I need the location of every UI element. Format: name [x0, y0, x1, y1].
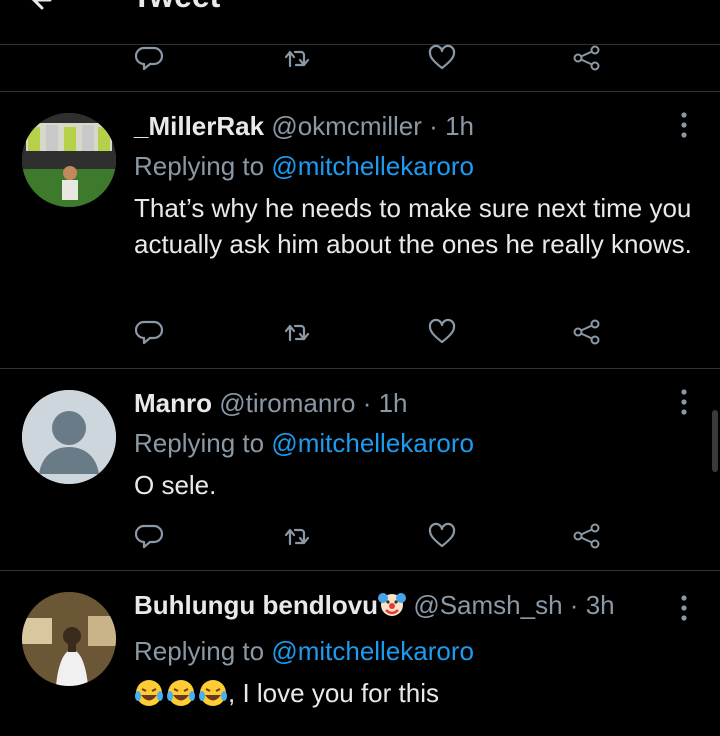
laughing-crying-emoji-icon: [134, 678, 228, 708]
more-icon[interactable]: [674, 593, 694, 623]
separator-dot: ·: [362, 388, 372, 418]
user-handle[interactable]: @okmcmiller: [271, 111, 422, 141]
clown-emoji-icon: [378, 590, 407, 625]
tweet-item[interactable]: Buhlungu bendlovu @Samsh_sh · 3h Replyin…: [0, 571, 720, 736]
page-title: Tweet: [132, 0, 220, 14]
replying-to: Replying to @mitchellekaroro: [134, 427, 474, 459]
back-arrow-icon[interactable]: [28, 0, 56, 14]
tweet-text: , I love you for this: [228, 678, 439, 708]
avatar[interactable]: [22, 113, 116, 207]
tweet-actions-previous: [0, 38, 720, 78]
timestamp: 3h: [585, 590, 615, 620]
like-icon: [428, 44, 456, 70]
replying-label: Replying to: [134, 151, 265, 181]
tweet-thread-screen: Tweet: [0, 0, 720, 736]
display-name[interactable]: Buhlungu bendlovu: [134, 590, 378, 620]
tweet-text-row: , I love you for this: [134, 675, 704, 711]
tweet-actions: [0, 516, 720, 556]
share-icon: [573, 45, 600, 71]
tweet-item[interactable]: _MillerRak @okmcmiller · 1h Replying to …: [0, 92, 720, 368]
replying-user-link[interactable]: @mitchellekaroro: [271, 428, 474, 458]
share-button[interactable]: [567, 312, 607, 352]
scrollbar[interactable]: [712, 410, 718, 472]
user-handle[interactable]: @Samsh_sh: [413, 590, 562, 620]
reply-icon: [135, 46, 164, 71]
tweet-actions: [0, 312, 720, 352]
retweet-button[interactable]: [277, 312, 317, 352]
tweet-item[interactable]: Manro @tiromanro · 1h Replying to @mitch…: [0, 369, 720, 569]
tweet-text: O sele.: [134, 470, 217, 500]
reply-button[interactable]: [130, 38, 170, 78]
tweet-meta: _MillerRak @okmcmiller · 1h: [134, 110, 474, 142]
like-icon: [428, 522, 456, 548]
retweet-icon: [284, 324, 310, 342]
replying-to: Replying to @mitchellekaroro: [134, 635, 474, 667]
replying-user-link[interactable]: @mitchellekaroro: [271, 151, 474, 181]
retweet-button[interactable]: [277, 516, 317, 556]
reply-button[interactable]: [130, 312, 170, 352]
football-photo-avatar: [22, 113, 116, 207]
reply-icon: [135, 524, 164, 549]
display-name[interactable]: Manro: [134, 388, 212, 418]
retweet-icon: [284, 528, 310, 546]
default-profile-icon: [22, 390, 116, 484]
like-button[interactable]: [422, 38, 462, 78]
more-icon[interactable]: [674, 110, 694, 140]
replying-label: Replying to: [134, 636, 265, 666]
separator-dot: ·: [429, 111, 438, 141]
display-name[interactable]: _MillerRak: [134, 111, 264, 141]
avatar[interactable]: [22, 390, 116, 484]
share-icon: [573, 319, 600, 345]
share-button[interactable]: [567, 516, 607, 556]
separator-dot: ·: [569, 590, 579, 620]
timestamp: 1h: [378, 388, 408, 418]
avatar[interactable]: [22, 592, 116, 686]
retweet-button[interactable]: [277, 38, 317, 78]
tweet-meta: Buhlungu bendlovu @Samsh_sh · 3h: [134, 589, 615, 625]
user-handle[interactable]: @tiromanro: [219, 388, 355, 418]
replying-to: Replying to @mitchellekaroro: [134, 150, 474, 182]
tweet-text: That’s why he needs to make sure next ti…: [134, 193, 692, 259]
timestamp: 1h: [445, 111, 474, 141]
more-icon[interactable]: [674, 387, 694, 417]
reply-button[interactable]: [130, 516, 170, 556]
replying-label: Replying to: [134, 428, 265, 458]
tweet-meta: Manro @tiromanro · 1h: [134, 387, 408, 419]
like-button[interactable]: [422, 312, 462, 352]
replying-user-link[interactable]: @mitchellekaroro: [271, 636, 474, 666]
person-photo-avatar: [22, 592, 116, 686]
retweet-icon: [284, 50, 310, 68]
share-icon: [573, 523, 600, 549]
reply-icon: [135, 320, 164, 345]
share-button[interactable]: [567, 38, 607, 78]
like-icon: [428, 318, 456, 344]
like-button[interactable]: [422, 516, 462, 556]
